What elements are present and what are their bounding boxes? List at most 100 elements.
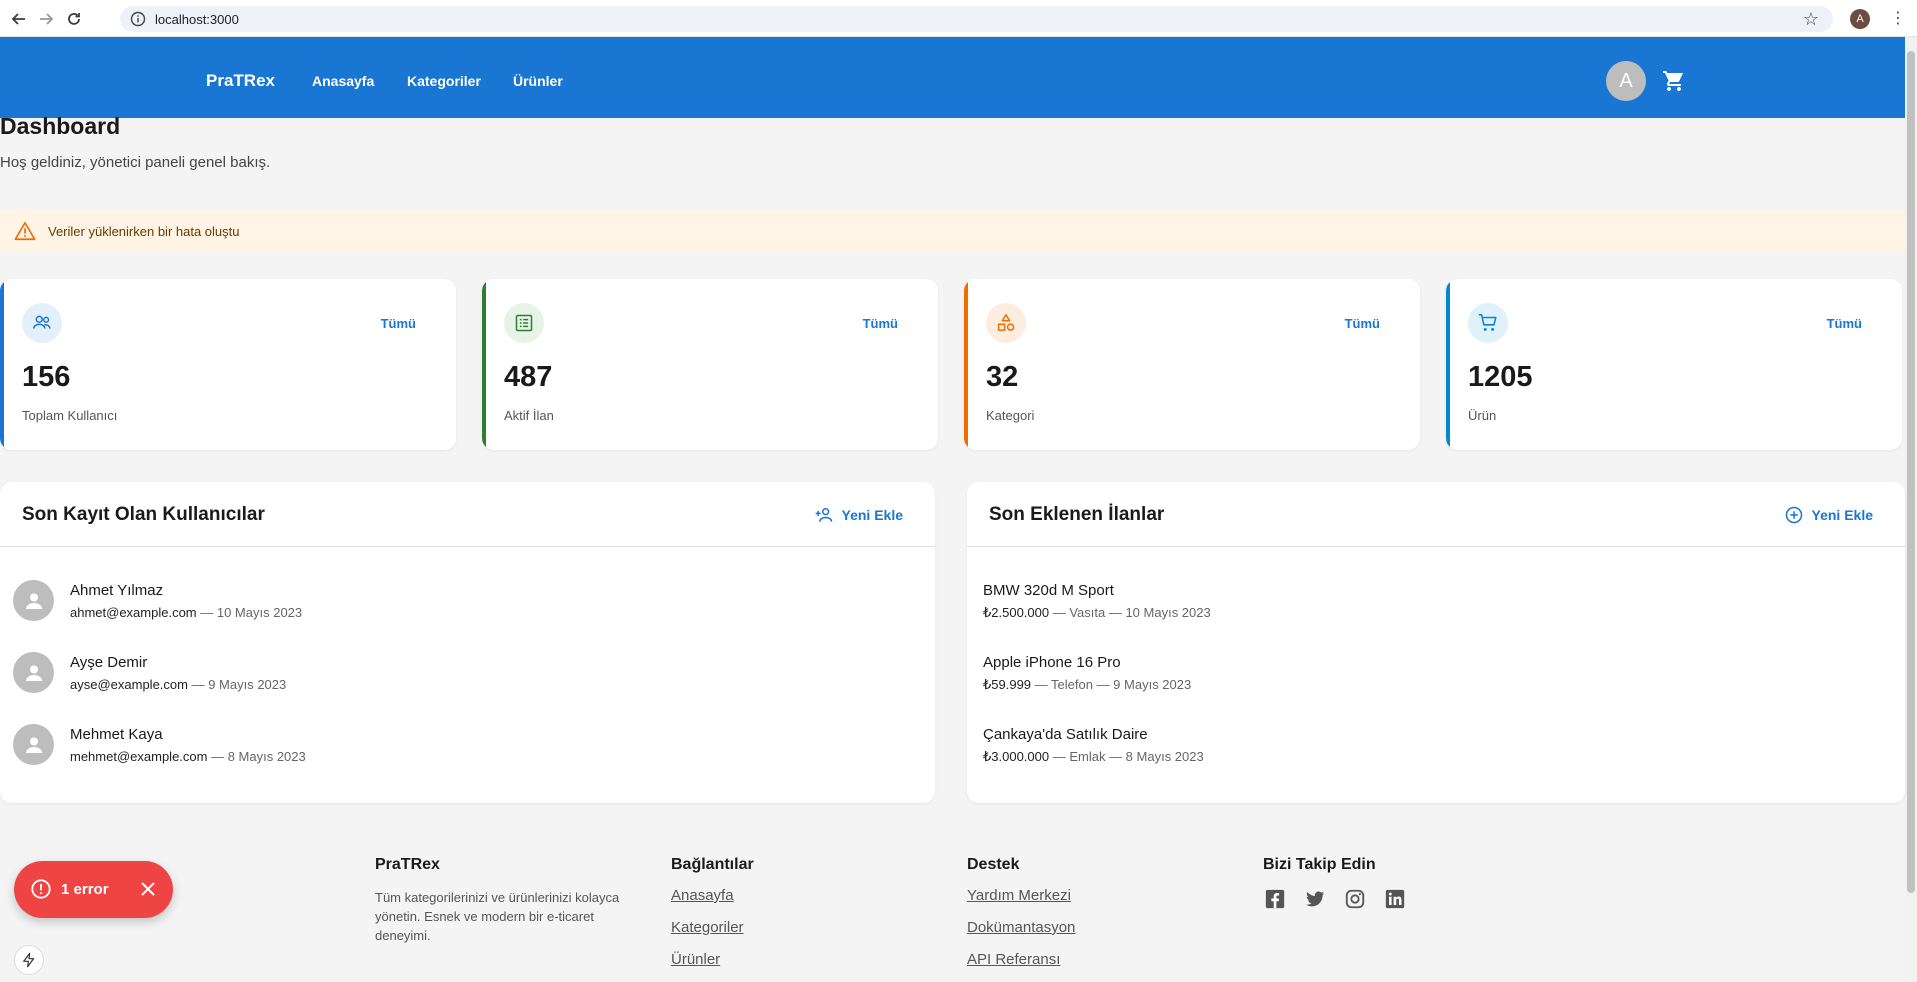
nav-link-categories[interactable]: Kategoriler [407,73,481,89]
listing-details: — Emlak — 8 Mayıs 2023 [1049,749,1204,764]
stat-value: 487 [504,361,553,393]
person-avatar-icon [13,580,54,621]
stat-value: 1205 [1468,361,1533,393]
panel-title: Son Eklenen İlanlar [989,504,1165,525]
warning-icon [14,221,36,241]
listing-price: ₺59.999 [983,677,1032,692]
listing-meta: ₺59.999 — Telefon — 9 Mayıs 2023 [983,677,1191,693]
list-item[interactable]: BMW 320d M Sport ₺2.500.000 — Vasıta — 1… [967,568,1905,628]
user-email: ayse@example.com [70,677,188,692]
stat-value: 32 [986,361,1019,393]
error-count: 1 error [61,881,109,898]
footer-support-column: Destek [967,856,1019,874]
address-bar[interactable]: localhost:3000 ☆ [120,6,1833,32]
app-header: PraTRex Anasayfa Kategoriler Ürünler A [0,37,1905,118]
listing-price: ₺2.500.000 [983,605,1050,620]
footer-links-title: Bağlantılar [671,856,754,873]
list-item[interactable]: Çankaya'da Satılık Daire ₺3.000.000 — Em… [967,712,1905,772]
listing-details: — Telefon — 9 Mayıs 2023 [1031,677,1192,692]
person-add-icon [815,508,832,522]
page-scrollbar[interactable] [1905,37,1917,982]
site-info-icon[interactable] [130,11,146,27]
panel-header: Son Kayıt Olan Kullanıcılar Yeni Ekle [0,482,935,547]
users-icon [22,303,62,343]
stat-label: Toplam Kullanıcı [22,408,118,423]
add-user-button[interactable]: Yeni Ekle [814,505,903,525]
reload-icon[interactable] [64,9,84,29]
browser-toolbar: localhost:3000 ☆ A ⋮ [0,0,1917,37]
bookmark-star-icon[interactable]: ☆ [1803,9,1819,30]
user-date: — 9 Mayıs 2023 [187,677,287,692]
cart-icon[interactable] [1662,69,1686,93]
error-icon [31,879,51,899]
stat-label: Aktif İlan [504,408,554,423]
panel-title: Son Kayıt Olan Kullanıcılar [22,504,265,525]
browser-profile-avatar[interactable]: A [1850,9,1870,29]
user-name: Ayşe Demir [70,654,148,671]
listing-meta: ₺3.000.000 — Emlak — 8 Mayıs 2023 [983,749,1204,765]
recent-users-panel: Son Kayıt Olan Kullanıcılar Yeni Ekle Ah… [0,482,935,803]
footer-link-api-reference[interactable]: API Referansı [967,951,1060,968]
footer-support-title: Destek [967,856,1020,873]
add-listing-label: Yeni Ekle [1811,507,1873,523]
view-all-products-link[interactable]: Tümü [1827,316,1862,331]
list-item[interactable]: Ayşe Demir ayse@example.com — 9 Mayıs 20… [0,640,935,700]
user-date: — 8 Mayıs 2023 [207,749,306,764]
footer-link-products[interactable]: Ürünler [671,951,720,968]
user-meta: ayse@example.com — 9 Mayıs 2023 [70,677,286,692]
view-all-users-link[interactable]: Tümü [381,316,416,331]
user-date: — 10 Mayıs 2023 [196,605,303,620]
footer-brand-column: PraTRex [375,856,440,874]
page-subtitle: Hoş geldiniz, yönetici paneli genel bakı… [0,154,271,171]
footer-link-categories[interactable]: Kategoriler [671,919,744,936]
card-accent [964,279,968,450]
listing-title: Çankaya'da Satılık Daire [983,726,1148,743]
alert-message: Veriler yüklenirken bir hata oluştu [48,224,240,239]
stat-card-products: Tümü 1205 Ürün [1446,279,1902,450]
error-toast[interactable]: 1 error [14,861,173,918]
list-item[interactable]: Apple iPhone 16 Pro ₺59.999 — Telefon — … [967,640,1905,700]
linkedin-icon[interactable] [1384,888,1406,910]
footer-link-home[interactable]: Anasayfa [671,887,734,904]
list-item[interactable]: Ahmet Yılmaz ahmet@example.com — 10 Mayı… [0,568,935,628]
footer-link-docs[interactable]: Dokümantasyon [967,919,1075,936]
list-item[interactable]: Mehmet Kaya mehmet@example.com — 8 Mayıs… [0,712,935,772]
user-email: ahmet@example.com [70,605,197,620]
error-alert: Veriler yüklenirken bir hata oluştu [0,210,1905,252]
devtools-bolt-icon[interactable] [14,945,44,975]
user-name: Mehmet Kaya [70,726,163,743]
user-meta: ahmet@example.com — 10 Mayıs 2023 [70,605,302,620]
footer-link-help-center[interactable]: Yardım Merkezi [967,887,1071,904]
view-all-categories-link[interactable]: Tümü [1345,316,1380,331]
footer-links-column: Bağlantılar [671,856,754,874]
panel-header: Son Eklenen İlanlar Yeni Ekle [967,482,1905,547]
facebook-icon[interactable] [1264,888,1286,910]
forward-icon[interactable] [36,9,56,29]
back-icon[interactable] [9,9,29,29]
listing-price: ₺3.000.000 [983,749,1050,764]
user-email: mehmet@example.com [70,749,208,764]
person-avatar-icon [13,724,54,765]
page-title: Dashboard [0,113,121,139]
add-circle-icon [1785,506,1802,524]
close-icon[interactable] [138,879,158,899]
user-name: Ahmet Yılmaz [70,582,164,599]
brand-logo[interactable]: PraTRex [206,71,275,91]
view-all-listings-link[interactable]: Tümü [863,316,898,331]
nav-link-home[interactable]: Anasayfa [312,73,374,89]
card-accent [0,279,4,450]
category-icon [986,303,1026,343]
listing-details: — Vasıta — 10 Mayıs 2023 [1049,605,1211,620]
card-accent [1446,279,1450,450]
stat-card-users: Tümü 156 Toplam Kullanıcı [0,279,456,450]
add-listing-button[interactable]: Yeni Ekle [1784,505,1873,525]
add-user-label: Yeni Ekle [841,507,903,523]
scrollbar-thumb[interactable] [1907,51,1915,893]
browser-menu-icon[interactable]: ⋮ [1890,8,1906,28]
user-avatar[interactable]: A [1606,61,1646,101]
url-text[interactable]: localhost:3000 [155,12,239,27]
instagram-icon[interactable] [1344,888,1366,910]
nav-link-products[interactable]: Ürünler [513,73,563,89]
twitter-icon[interactable] [1304,888,1326,910]
person-avatar-icon [13,652,54,693]
